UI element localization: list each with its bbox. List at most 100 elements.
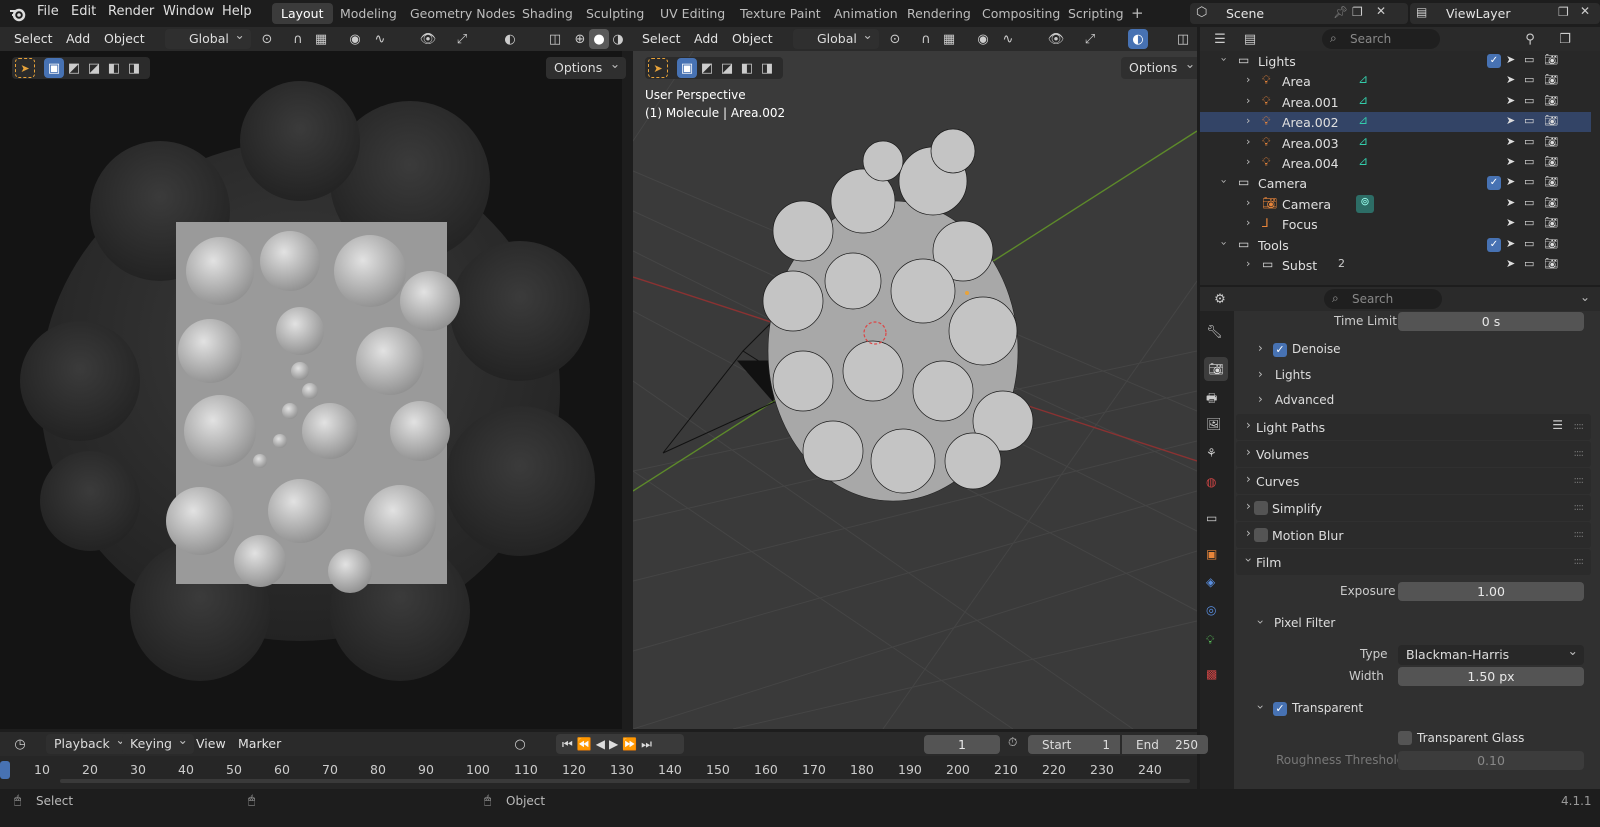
outliner-row[interactable]: › 💡︎ Area.003 ⊿ ➤ ▭ 📷︎: [1200, 133, 1591, 153]
viewport-toggle-icon[interactable]: ▭: [1524, 237, 1534, 250]
transparent-glass-checkbox[interactable]: [1398, 731, 1412, 745]
volumes-panel[interactable]: › Volumes ::::: [1236, 441, 1591, 467]
viewport-toggle-icon[interactable]: ▭: [1524, 114, 1534, 127]
light-data-icon[interactable]: ⊿: [1358, 113, 1368, 127]
render-toggle-icon[interactable]: 📷︎: [1544, 155, 1558, 168]
denoise-checkbox[interactable]: ✓: [1273, 343, 1287, 357]
outliner-display-mode-icon[interactable]: ▤: [1240, 29, 1260, 49]
view-layer-tab-icon[interactable]: 🖼︎: [1206, 417, 1221, 431]
light-data-icon[interactable]: ⊿: [1358, 93, 1368, 107]
select-toggle-icon[interactable]: ➤: [1506, 73, 1515, 86]
motion-blur-panel[interactable]: › Motion Blur ::::: [1236, 522, 1591, 548]
lights-subpanel[interactable]: › Lights: [1236, 364, 1591, 386]
tool-tab-icon[interactable]: 🔧︎: [1206, 325, 1223, 340]
outliner-editor-type-icon[interactable]: ☰: [1210, 29, 1230, 49]
view-menu[interactable]: View: [196, 734, 226, 754]
left-object-menu[interactable]: Object: [104, 29, 145, 49]
denoise-subpanel[interactable]: › ✓ Denoise: [1236, 338, 1591, 360]
right-snap-grid-icon[interactable]: ▦: [939, 29, 959, 49]
expand-chevron-icon[interactable]: ›: [1218, 241, 1231, 245]
texture-tab-icon[interactable]: ▩: [1206, 667, 1217, 681]
world-tab-icon[interactable]: ◍: [1206, 475, 1216, 489]
tab-texture-paint[interactable]: Texture Paint: [731, 3, 830, 24]
left-options-dropdown[interactable]: Options: [546, 53, 627, 79]
expand-chevron-icon[interactable]: ›: [1246, 135, 1250, 148]
select-toggle-icon[interactable]: ➤: [1506, 53, 1515, 66]
falloff-icon[interactable]: ∿: [370, 29, 390, 49]
right-xray-icon[interactable]: ◫: [1173, 29, 1193, 49]
new-viewlayer-icon[interactable]: ❐: [1558, 5, 1569, 19]
render-toggle-icon[interactable]: 📷︎: [1544, 114, 1558, 127]
select-toggle-icon[interactable]: ➤: [1506, 114, 1515, 127]
time-limit-field[interactable]: 0 s: [1398, 312, 1584, 331]
blender-logo-icon[interactable]: [9, 5, 27, 23]
viewport-toggle-icon[interactable]: ▭: [1524, 257, 1534, 270]
marker-menu[interactable]: Marker: [238, 734, 281, 754]
motion-blur-checkbox[interactable]: [1254, 528, 1268, 542]
light-data-icon[interactable]: ⊿: [1358, 72, 1368, 86]
filter-width-field[interactable]: 1.50 px: [1398, 667, 1584, 686]
collection-enable-checkbox[interactable]: ✓: [1487, 237, 1501, 252]
xray-icon[interactable]: ◫: [545, 29, 565, 49]
select-intersect-icon[interactable]: ◨: [124, 58, 144, 78]
keying-menu[interactable]: Keying: [122, 730, 194, 754]
render-toggle-icon[interactable]: 📷︎: [1544, 135, 1558, 148]
object-tab-icon[interactable]: ▣: [1206, 547, 1217, 561]
outliner-row[interactable]: › ▭ Subst 2 ➤ ▭ 📷︎: [1200, 255, 1591, 275]
overlay-icon[interactable]: ◐: [500, 29, 520, 49]
select-toggle-icon[interactable]: ➤: [1506, 216, 1515, 229]
viewlayer-selector[interactable]: ▤ ViewLayer ❐ ✕: [1410, 3, 1600, 24]
exposure-field[interactable]: 1.00: [1398, 582, 1584, 601]
stopwatch-icon[interactable]: ⏱: [1008, 735, 1017, 750]
menu-edit[interactable]: Edit: [71, 4, 96, 19]
timeline-editor-type-icon[interactable]: ◷: [10, 734, 30, 754]
render-toggle-icon[interactable]: 📷︎: [1544, 216, 1558, 229]
collection-enable-checkbox[interactable]: ✓: [1487, 176, 1501, 191]
outliner-row[interactable]: › 💡︎ Area.002 ⊿ ➤ ▭ 📷︎: [1200, 112, 1591, 133]
menu-help[interactable]: Help: [222, 4, 252, 19]
viewport-toggle-icon[interactable]: ▭: [1524, 53, 1534, 66]
simplify-panel[interactable]: › Simplify ::::: [1236, 495, 1591, 521]
menu-window[interactable]: Window: [163, 4, 214, 19]
right-select-menu[interactable]: Select: [642, 29, 681, 49]
expand-chevron-icon[interactable]: ›: [1246, 73, 1250, 86]
drag-handle-icon[interactable]: ::::: [1574, 475, 1585, 486]
expand-chevron-icon[interactable]: ›: [1218, 180, 1231, 184]
outliner-row[interactable]: › 💡︎ Area ⊿ ➤ ▭ 📷︎: [1200, 71, 1591, 91]
right-select-subtract-icon[interactable]: ◪: [717, 58, 737, 78]
material-shading-icon[interactable]: ◑: [608, 29, 628, 49]
expand-chevron-icon[interactable]: ›: [1218, 57, 1231, 61]
right-falloff-icon[interactable]: ∿: [998, 29, 1018, 49]
properties-editor-type-icon[interactable]: ⚙: [1210, 289, 1230, 309]
viewport-toggle-icon[interactable]: ▭: [1524, 155, 1534, 168]
left-add-menu[interactable]: Add: [66, 29, 90, 49]
outliner-search[interactable]: ⌕ Search: [1322, 29, 1440, 49]
outliner-row[interactable]: › 💡︎ Area.004 ⊿ ➤ ▭ 📷︎: [1200, 153, 1591, 173]
roughness-threshold-field[interactable]: 0.10: [1398, 751, 1584, 770]
right-orientation-dropdown[interactable]: Global: [793, 25, 879, 49]
render-toggle-icon[interactable]: 📷︎: [1544, 94, 1558, 107]
start-frame-field[interactable]: Start 1: [1028, 735, 1120, 754]
render-toggle-icon[interactable]: 📷︎: [1544, 53, 1558, 66]
viewport-toggle-icon[interactable]: ▭: [1524, 196, 1534, 209]
tab-modeling[interactable]: Modeling: [331, 3, 406, 24]
scene-selector[interactable]: ⬡ Scene 📌︎ ❐ ✕: [1190, 3, 1408, 24]
output-tab-icon[interactable]: 🖶: [1206, 389, 1217, 410]
tab-scripting[interactable]: Scripting: [1059, 3, 1133, 24]
pixel-filter-subpanel[interactable]: › Pixel Filter: [1236, 612, 1591, 634]
expand-chevron-icon[interactable]: ›: [1246, 196, 1250, 209]
viewport-toggle-icon[interactable]: ▭: [1524, 135, 1534, 148]
left-select-menu[interactable]: Select: [14, 29, 53, 49]
select-extend-icon[interactable]: ◩: [64, 58, 84, 78]
expand-chevron-icon[interactable]: ›: [1246, 257, 1250, 270]
select-new-icon[interactable]: ▣: [44, 58, 64, 78]
select-toggle-icon[interactable]: ➤: [1506, 135, 1515, 148]
select-toggle-icon[interactable]: ➤: [1506, 175, 1515, 188]
gizmo-icon[interactable]: ⤢: [452, 29, 472, 49]
select-toggle-icon[interactable]: ➤: [1506, 257, 1515, 270]
left-viewport-camera[interactable]: [0, 51, 622, 729]
drag-handle-icon[interactable]: ::::: [1574, 529, 1585, 540]
delete-scene-icon[interactable]: ✕: [1376, 4, 1386, 18]
new-collection-icon[interactable]: ❐: [1555, 29, 1575, 49]
outliner-row[interactable]: › ⅃ Focus ➤ ▭ 📷︎: [1200, 214, 1591, 234]
